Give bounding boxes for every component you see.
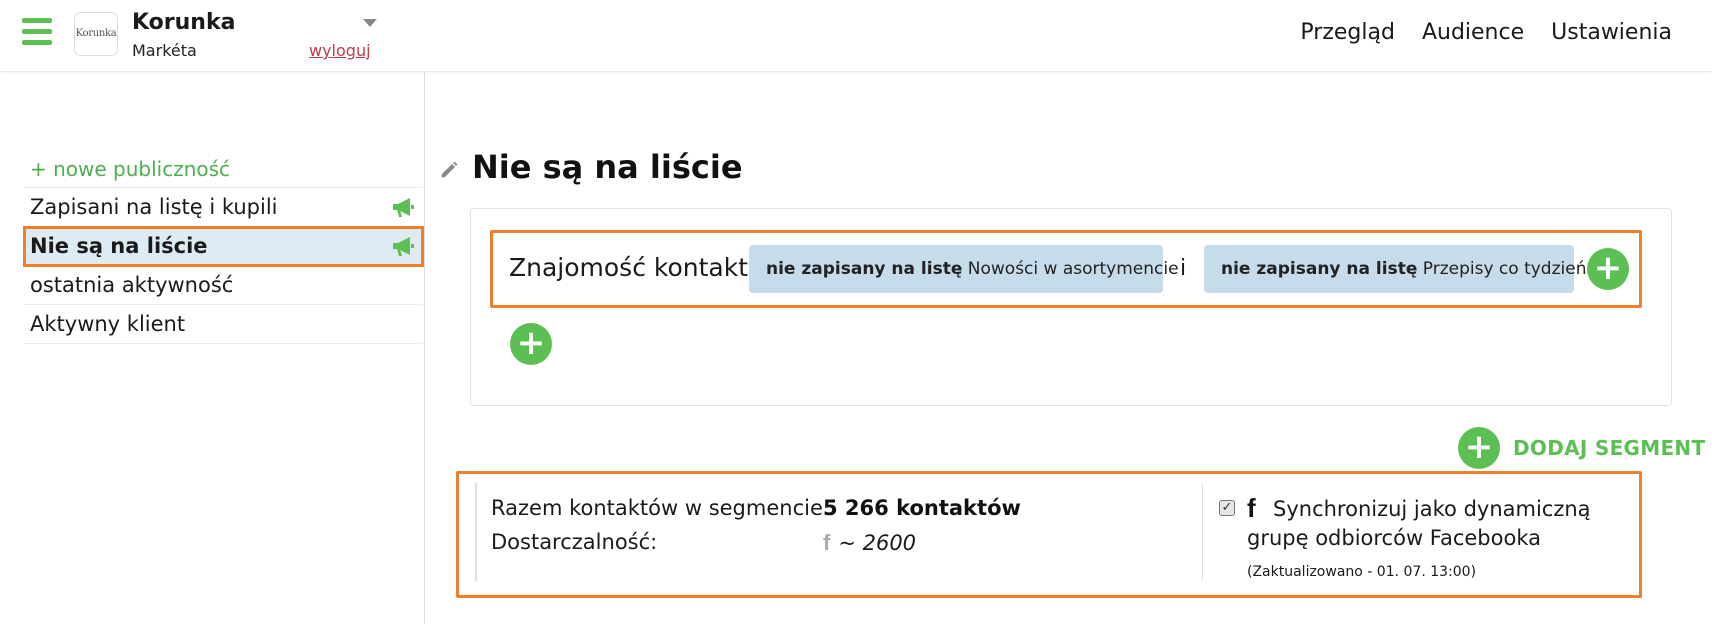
nav-settings[interactable]: Ustawienia bbox=[1551, 20, 1672, 45]
megaphone-icon bbox=[393, 198, 414, 217]
total-contacts-label: Razem kontaktów w segmencie: bbox=[491, 496, 830, 520]
segment-stats: Razem kontaktów w segmencie: 5 266 konta… bbox=[456, 471, 1642, 598]
condition-chip[interactable]: nie zapisany na listę Przepisy co tydzie… bbox=[1204, 245, 1586, 293]
chip-bold-text: nie zapisany na listę bbox=[766, 259, 963, 279]
total-contacts-value: 5 266 kontaktów bbox=[823, 496, 1021, 520]
add-segment-button[interactable]: + DODAJ SEGMENT bbox=[1458, 427, 1705, 469]
chip-text: Przepisy co tydzień bbox=[1422, 259, 1587, 279]
top-nav: Przegląd Audience Ustawienia bbox=[1300, 20, 1672, 45]
account-dropdown-caret-icon[interactable] bbox=[363, 19, 377, 27]
pencil-edit-icon[interactable] bbox=[440, 161, 458, 179]
nav-overview[interactable]: Przegląd bbox=[1300, 20, 1395, 45]
sidebar-divider bbox=[424, 72, 425, 624]
add-condition-group-plus-icon[interactable]: + bbox=[510, 323, 552, 365]
sidebar-item-subscribed-and-bought[interactable]: Zapisani na listę i kupili bbox=[24, 188, 423, 227]
user-name: Markéta bbox=[132, 41, 197, 60]
plus-icon: + bbox=[1458, 427, 1500, 469]
new-audience-link[interactable]: + nowe publiczność bbox=[24, 150, 423, 188]
sidebar-item-label: Aktywny klient bbox=[30, 312, 186, 336]
logout-link[interactable]: wyloguj bbox=[309, 41, 371, 60]
sidebar-item-label: Nie są na liście bbox=[30, 234, 208, 258]
hamburger-menu-icon[interactable] bbox=[22, 18, 52, 48]
sidebar-item-last-activity[interactable]: ostatnia aktywność bbox=[24, 266, 423, 305]
deliverability-number: ~ 2600 bbox=[838, 531, 917, 555]
add-condition-plus-icon[interactable]: + bbox=[1587, 248, 1629, 290]
megaphone-icon bbox=[393, 237, 414, 256]
deliverability-value: f ~ 2600 bbox=[823, 530, 916, 556]
condition-row: Znajomość kontaktu nie zapisany na listę… bbox=[490, 230, 1642, 308]
sidebar-item-label: Zapisani na listę i kupili bbox=[30, 195, 278, 219]
divider bbox=[1202, 483, 1203, 581]
chip-text: Nowości w asortymencie bbox=[967, 259, 1179, 279]
chip-bold-text: nie zapisany na listę bbox=[1221, 259, 1418, 279]
condition-label: Znajomość kontaktu bbox=[509, 253, 764, 282]
facebook-sync-checkbox[interactable]: ✓ bbox=[1219, 500, 1235, 516]
sidebar-item-active-customer[interactable]: Aktywny klient bbox=[24, 305, 423, 344]
condition-chip[interactable]: nie zapisany na listę Nowości w asortyme… bbox=[749, 245, 1179, 293]
facebook-sync-label[interactable]: Synchronizuj jako dynamiczną grupę odbio… bbox=[1247, 495, 1627, 553]
account-name: Korunka bbox=[132, 10, 236, 35]
account-logo: Korunka bbox=[74, 12, 118, 56]
audience-sidebar: + nowe publiczność Zapisani na listę i k… bbox=[23, 150, 424, 344]
last-updated-text: (Zaktualizowano - 01. 07. 13:00) bbox=[1247, 564, 1477, 580]
page-title: Nie są na liście bbox=[472, 148, 743, 186]
add-segment-label: DODAJ SEGMENT bbox=[1513, 436, 1706, 460]
top-header: Korunka Korunka Markéta wyloguj Przegląd… bbox=[0, 0, 1712, 72]
divider bbox=[475, 483, 477, 581]
sidebar-item-not-on-list[interactable]: Nie są na liście bbox=[23, 226, 424, 267]
nav-audience[interactable]: Audience bbox=[1422, 20, 1524, 45]
deliverability-label: Dostarczalność: bbox=[491, 530, 658, 554]
sidebar-item-label: ostatnia aktywność bbox=[30, 273, 234, 297]
condition-connector: i bbox=[1180, 256, 1187, 281]
facebook-icon: f bbox=[823, 530, 831, 555]
